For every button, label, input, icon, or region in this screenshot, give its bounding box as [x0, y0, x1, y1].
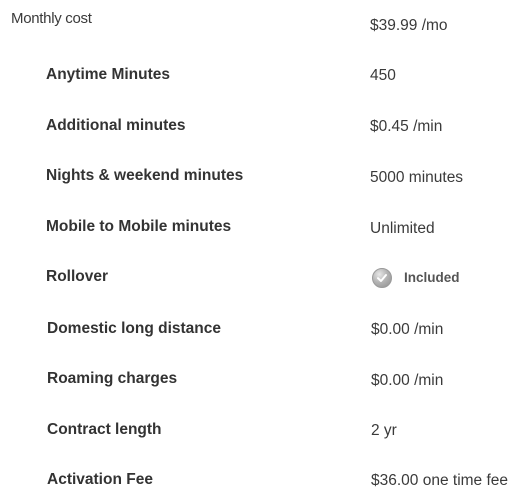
- row-rollover: Rollover Included: [0, 268, 522, 298]
- row-contract-length: Contract length 2 yr: [0, 421, 522, 451]
- row-activation-fee: Activation Fee $36.00 one time fee: [0, 471, 522, 501]
- domestic-long-distance-label: Domestic long distance: [47, 320, 221, 337]
- activation-fee-label: Activation Fee: [47, 471, 153, 488]
- row-roaming-charges: Roaming charges $0.00 /min: [0, 370, 522, 400]
- mobile-to-mobile-label: Mobile to Mobile minutes: [46, 218, 232, 235]
- row-domestic-long-distance: Domestic long distance $0.00 /min: [0, 320, 522, 350]
- rollover-value: Included: [404, 270, 460, 285]
- anytime-minutes-label: Anytime Minutes: [46, 66, 171, 83]
- row-monthly-cost: Monthly cost $39.99 /mo: [0, 10, 522, 40]
- row-nights-weekend: Nights & weekend minutes 5000 minutes: [0, 167, 522, 197]
- additional-minutes-label: Additional minutes: [46, 117, 186, 134]
- monthly-cost-label: Monthly cost: [11, 10, 92, 27]
- activation-fee-value: $36.00 one time fee: [371, 472, 509, 489]
- rollover-included: Included: [372, 268, 460, 288]
- roaming-charges-value: $0.00 /min: [371, 372, 444, 389]
- domestic-long-distance-value: $0.00 /min: [371, 321, 444, 338]
- anytime-minutes-value: 450: [370, 67, 396, 84]
- additional-minutes-value: $0.45 /min: [370, 118, 443, 135]
- row-mobile-to-mobile: Mobile to Mobile minutes Unlimited: [0, 218, 522, 248]
- mobile-to-mobile-value: Unlimited: [370, 220, 435, 237]
- check-circle-icon: [372, 268, 392, 288]
- row-anytime-minutes: Anytime Minutes 450: [0, 66, 522, 96]
- monthly-cost-value: $39.99 /mo: [370, 17, 448, 34]
- nights-weekend-value: 5000 minutes: [370, 169, 464, 186]
- contract-length-value: 2 yr: [371, 422, 397, 439]
- row-additional-minutes: Additional minutes $0.45 /min: [0, 117, 522, 147]
- contract-length-label: Contract length: [47, 421, 162, 438]
- roaming-charges-label: Roaming charges: [47, 370, 178, 387]
- nights-weekend-label: Nights & weekend minutes: [46, 167, 244, 184]
- rollover-label: Rollover: [46, 268, 109, 285]
